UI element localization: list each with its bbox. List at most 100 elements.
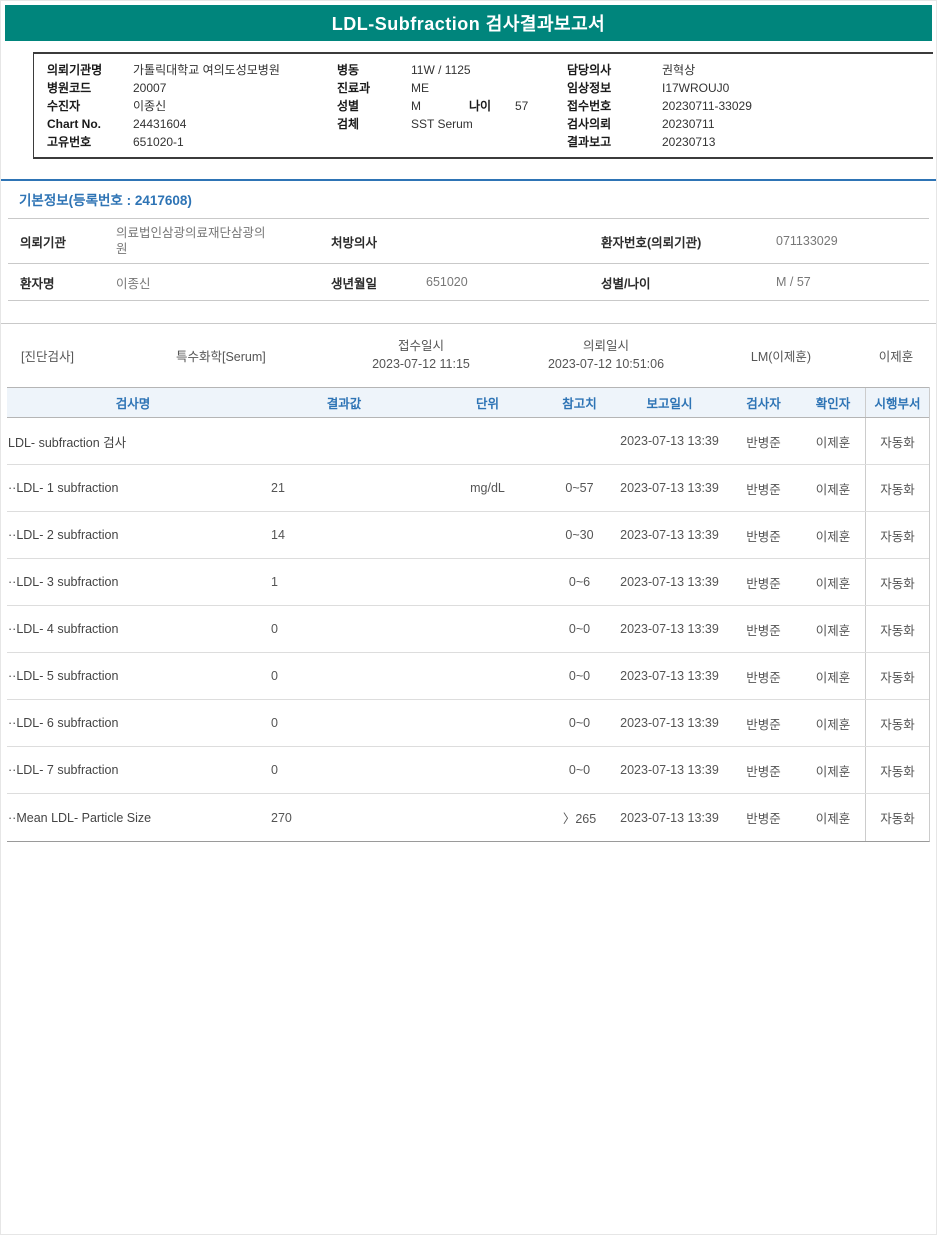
report-title-bar: LDL-Subfraction 검사결과보고서 [5, 5, 932, 41]
patient-info-row: 진료과ME [337, 79, 567, 97]
reference-range: 0~6 [546, 575, 613, 589]
patient-info-row: 임상정보I17WROUJ0 [567, 79, 933, 97]
tester-name: 반병준 [726, 808, 801, 827]
verifier-name: 이제훈 [801, 667, 865, 686]
reported-datetime: 2023-07-13 13:39 [613, 574, 726, 590]
reference-range: 0~30 [546, 528, 613, 542]
result-row: ··Mean LDL- Particle Size 270 〉265 2023-… [7, 794, 929, 841]
performing-dept: 자동화 [865, 747, 929, 793]
test-name: ··LDL- 1 subfraction [7, 481, 259, 495]
field-label: 성별 [337, 97, 411, 115]
test-name: ··Mean LDL- Particle Size [7, 811, 259, 825]
field-value: SST Serum [411, 115, 473, 133]
result-value: 0 [259, 669, 429, 683]
patient-info-row: 고유번호651020-1 [47, 133, 337, 151]
field-label: 담당의사 [567, 61, 662, 79]
patient-info-row: Chart No.24431604 [47, 115, 337, 133]
column-header: 확인자 [801, 393, 865, 412]
report-page: LDL-Subfraction 검사결과보고서 의뢰기관명가톨릭대학교 여의도성… [0, 0, 937, 1235]
column-header: 단위 [429, 393, 546, 412]
tester-name: 반병준 [726, 667, 801, 686]
field-label: 임상정보 [567, 79, 662, 97]
result-value: 270 [259, 811, 429, 825]
result-row: LDL- subfraction 검사 2023-07-13 13:39 반병준… [7, 418, 929, 465]
performing-dept: 자동화 [865, 465, 929, 511]
result-value: 0 [259, 763, 429, 777]
tester-name: 반병준 [726, 526, 801, 545]
reference-range: 0~0 [546, 763, 613, 777]
patient-info-row: 접수번호20230711-33029 [567, 97, 933, 115]
patient-info-row: 의뢰기관명가톨릭대학교 여의도성모병원 [47, 61, 337, 79]
tester-name: 반병준 [726, 714, 801, 733]
reported-datetime: 2023-07-13 13:39 [613, 433, 726, 449]
result-row: ··LDL- 4 subfraction 0 0~0 2023-07-13 13… [7, 606, 929, 653]
order-info-bar: [진단검사] 특수화학[Serum] 접수일시 2023-07-12 11:15… [1, 324, 936, 387]
field-value: 가톨릭대학교 여의도성모병원 [133, 63, 280, 77]
report-title: LDL-Subfraction 검사결과보고서 [332, 10, 605, 36]
request-label: 의뢰일시 [506, 337, 706, 355]
request-datetime: 의뢰일시 2023-07-12 10:51:06 [506, 337, 706, 373]
field-value: 20007 [133, 81, 166, 95]
field-label: 병동 [337, 61, 411, 79]
result-row: ··LDL- 3 subfraction 1 0~6 2023-07-13 13… [7, 559, 929, 606]
verifier-name: 이제훈 [801, 432, 865, 451]
field-value: 20230711 [662, 117, 715, 131]
field-label-2: 나이 [469, 97, 515, 115]
patient-info-col-right: 담당의사권혁상 임상정보I17WROUJ0 접수번호20230711-33029… [567, 61, 933, 151]
basic-info-row-2: 환자명 이종신 생년월일 651020 성별/나이 M / 57 [8, 264, 929, 301]
verifier-name: 이제훈 [801, 573, 865, 592]
patient-info-row: 성별M나이57 [337, 97, 567, 115]
receipt-datetime: 접수일시 2023-07-12 11:15 [336, 337, 506, 373]
result-unit: mg/dL [429, 481, 546, 495]
field-value-2: 57 [515, 99, 528, 113]
result-row: ··LDL- 1 subfraction 21 mg/dL 0~57 2023-… [7, 465, 929, 512]
field-label: 의뢰기관명 [47, 61, 133, 79]
field-label: 환자명 [20, 273, 116, 292]
basic-info-title: 기본정보(등록번호 : 2417608) [1, 181, 936, 218]
performing-dept: 자동화 [865, 653, 929, 699]
test-name: ··LDL- 6 subfraction [7, 716, 259, 730]
field-label: Chart No. [47, 115, 133, 133]
column-header: 참고치 [546, 393, 613, 412]
reported-datetime: 2023-07-13 13:39 [613, 480, 726, 496]
patient-info-row: 검사의뢰20230711 [567, 115, 933, 133]
order-doctor: 이제훈 [856, 346, 936, 365]
tester-name: 반병준 [726, 573, 801, 592]
reported-datetime: 2023-07-13 13:39 [613, 810, 726, 826]
patient-info-row: 병동11W / 1125 [337, 61, 567, 79]
test-name: ··LDL- 4 subfraction [7, 622, 259, 636]
field-value: 이종신 [116, 273, 331, 292]
tester-name: 반병준 [726, 761, 801, 780]
column-header: 검사자 [726, 393, 801, 412]
results-table-body: LDL- subfraction 검사 2023-07-13 13:39 반병준… [7, 418, 929, 841]
patient-info-row: 담당의사권혁상 [567, 61, 933, 79]
reported-datetime: 2023-07-13 13:39 [613, 668, 726, 684]
performing-dept: 자동화 [865, 418, 929, 464]
performing-dept: 자동화 [865, 794, 929, 841]
field-value: I17WROUJ0 [662, 81, 729, 95]
verifier-name: 이제훈 [801, 479, 865, 498]
result-value: 0 [259, 622, 429, 636]
field-value: 의료법인삼광의료재단삼광의원 [116, 225, 274, 257]
performing-dept: 자동화 [865, 512, 929, 558]
basic-info-table: 의뢰기관 의료법인삼광의료재단삼광의원 처방의사 환자번호(의뢰기관) 0711… [8, 218, 929, 301]
request-value: 2023-07-12 10:51:06 [506, 355, 706, 373]
result-value: 1 [259, 575, 429, 589]
reference-range: 0~0 [546, 669, 613, 683]
basic-info-row-1: 의뢰기관 의료법인삼광의료재단삼광의원 처방의사 환자번호(의뢰기관) 0711… [8, 219, 929, 264]
field-value: 071133029 [776, 234, 929, 248]
field-value: 이종신 [133, 99, 166, 113]
reported-datetime: 2023-07-13 13:39 [613, 621, 726, 637]
field-value: ME [411, 79, 469, 97]
field-label: 진료과 [337, 79, 411, 97]
patient-info-row: 수진자이종신 [47, 97, 337, 115]
field-label: 처방의사 [331, 232, 426, 251]
tester-name: 반병준 [726, 479, 801, 498]
reported-datetime: 2023-07-13 13:39 [613, 762, 726, 778]
verifier-name: 이제훈 [801, 808, 865, 827]
order-test-group: 특수화학[Serum] [156, 346, 336, 365]
field-value: 11W / 1125 [411, 61, 471, 79]
field-label: 수진자 [47, 97, 133, 115]
field-value: M / 57 [776, 275, 929, 289]
result-row: ··LDL- 7 subfraction 0 0~0 2023-07-13 13… [7, 747, 929, 794]
